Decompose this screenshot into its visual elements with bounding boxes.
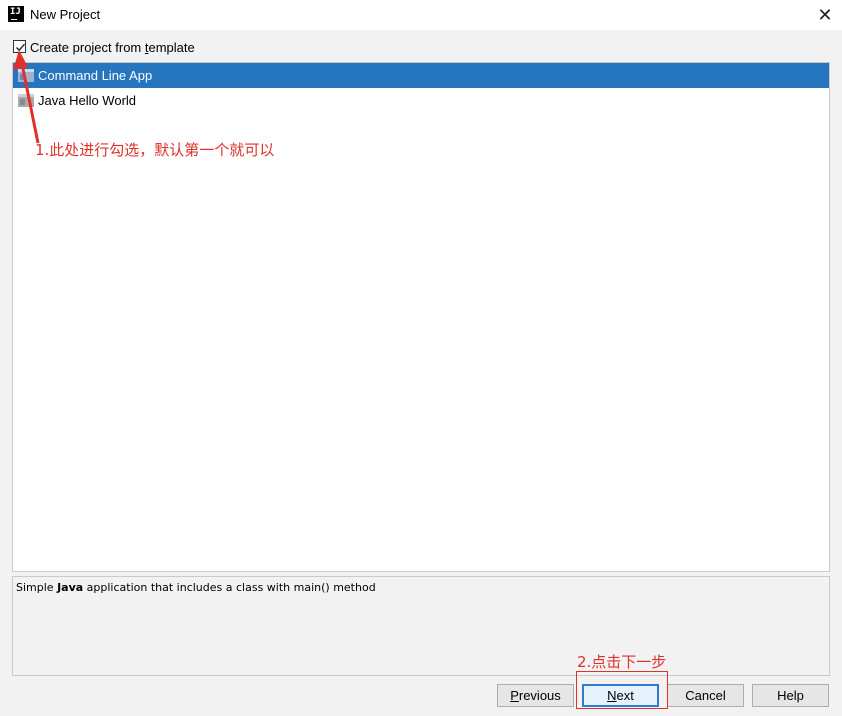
list-item-command-line-app[interactable]: Command Line App: [13, 63, 829, 88]
intellij-app-icon: IJ: [8, 6, 24, 22]
checkmark-icon: [16, 43, 26, 52]
cancel-button[interactable]: Cancel: [667, 684, 744, 707]
module-template-icon: [18, 94, 34, 107]
close-button[interactable]: ✕: [814, 4, 836, 26]
window-title: New Project: [30, 7, 101, 22]
template-description: Simple Java application that includes a …: [16, 581, 376, 594]
list-item-java-hello-world[interactable]: Java Hello World: [13, 88, 829, 113]
annotation-highlight-box: [576, 671, 668, 709]
list-item-label: Java Hello World: [38, 93, 137, 108]
previous-button[interactable]: Previous: [497, 684, 574, 707]
close-icon: ✕: [817, 5, 833, 25]
list-item-label: Command Line App: [38, 68, 153, 83]
help-button[interactable]: Help: [752, 684, 829, 707]
template-description-panel: Simple Java application that includes a …: [12, 576, 830, 676]
module-template-icon: [18, 69, 34, 82]
title-bar: IJ New Project ✕: [0, 0, 842, 30]
annotation-note-1: 1.此处进行勾选，默认第一个就可以: [35, 141, 275, 159]
annotation-note-2: 2.点击下一步: [577, 653, 667, 671]
create-from-template-checkbox[interactable]: [13, 40, 26, 53]
create-from-template-label: Create project from template: [30, 40, 195, 55]
